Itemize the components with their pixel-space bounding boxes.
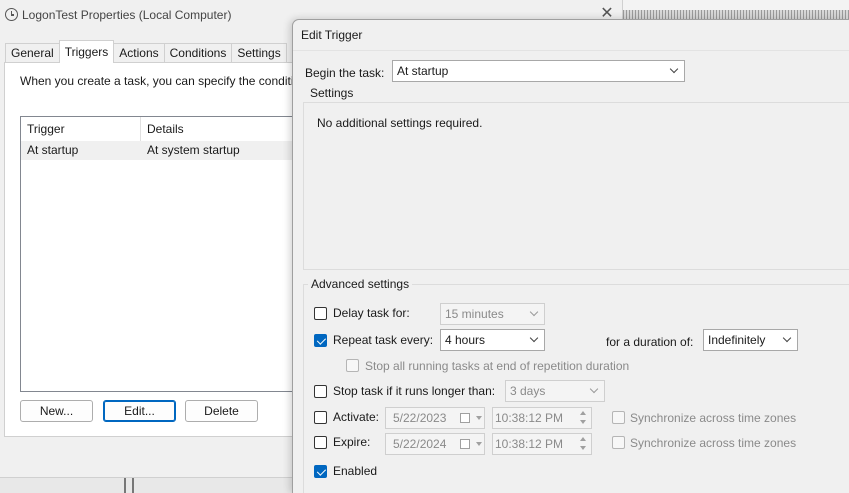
chevron-down-icon [668,65,680,77]
taskbar-divider [124,478,134,493]
spin-down-icon[interactable] [576,418,591,428]
calendar-icon [460,413,470,423]
activate-date-value: 5/22/2023 [393,411,447,425]
expire-sync-checkbox[interactable] [612,436,625,449]
enabled-checkbox[interactable] [314,465,327,478]
delay-value: 15 minutes [445,307,504,321]
expire-sync-label: Synchronize across time zones [630,436,797,450]
stop-running-label: Stop all running tasks at end of repetit… [365,359,630,373]
column-header-trigger[interactable]: Trigger [21,117,141,141]
duration-label: for a duration of: [606,335,694,349]
triggers-description: When you create a task, you can specify … [20,74,294,88]
spin-up-icon[interactable] [576,434,591,444]
new-button[interactable]: New... [20,400,93,422]
chevron-down-icon [528,308,540,320]
tab-strip: General Triggers Actions Conditions Sett… [5,40,287,63]
stop-running-checkbox[interactable] [346,359,359,372]
activate-checkbox[interactable] [314,411,327,424]
repeat-label: Repeat task every: [333,333,434,347]
expire-date-value: 5/22/2024 [393,437,447,451]
edit-button[interactable]: Edit... [103,400,176,422]
clock-icon [5,8,18,21]
tab-triggers[interactable]: Triggers [58,40,115,63]
enabled-label: Enabled [333,464,378,478]
activate-label: Activate: [333,410,380,424]
repeat-value: 4 hours [445,333,486,347]
settings-group-label: Settings [307,86,357,100]
activate-time-spinner[interactable]: 10:38:12 PM [492,407,592,429]
activate-sync-label: Synchronize across time zones [630,411,797,425]
stop-longer-label: Stop task if it runs longer than: [333,384,496,398]
expire-date-picker[interactable]: 5/22/2024 [385,433,485,455]
triggers-list[interactable]: Trigger Details At startup At system sta… [20,116,320,392]
delete-button[interactable]: Delete [185,400,258,422]
calendar-icon [460,439,470,449]
advanced-settings-label: Advanced settings [308,277,413,291]
expire-time-spinner[interactable]: 10:38:12 PM [492,433,592,455]
chevron-down-icon [476,442,482,446]
tab-settings[interactable]: Settings [231,43,287,63]
delay-select[interactable]: 15 minutes [440,303,545,325]
delay-checkbox[interactable] [314,307,327,320]
chevron-down-icon [476,416,482,420]
begin-task-label: Begin the task: [305,66,385,80]
activate-sync-checkbox[interactable] [612,411,625,424]
table-row[interactable]: At startup At system startup [21,141,319,160]
tab-general[interactable]: General [5,43,60,63]
begin-task-select[interactable]: At startup [392,60,685,82]
delay-label: Delay task for: [333,306,410,320]
tab-actions[interactable]: Actions [113,43,165,63]
tab-conditions[interactable]: Conditions [163,43,233,63]
chevron-down-icon [588,385,600,397]
spin-down-icon[interactable] [576,444,591,454]
chevron-down-icon [781,334,793,346]
duration-value: Indefinitely [708,333,766,347]
expire-label: Expire: [333,435,371,449]
stop-longer-select[interactable]: 3 days [505,380,605,402]
expire-checkbox[interactable] [314,436,327,449]
cell-trigger: At startup [27,143,79,157]
repeat-select[interactable]: 4 hours [440,329,545,351]
repeat-checkbox[interactable] [314,334,327,347]
spin-up-icon[interactable] [576,408,591,418]
expire-time-value: 10:38:12 PM [495,437,564,451]
titlebar-divider [293,50,849,51]
activate-date-picker[interactable]: 5/22/2023 [385,407,485,429]
edit-trigger-dialog: Edit Trigger Begin the task: At startup … [292,19,849,493]
cell-details: At system startup [147,143,240,157]
window-title: LogonTest Properties (Local Computer) [22,8,232,22]
activate-time-value: 10:38:12 PM [495,411,564,425]
chevron-down-icon [528,334,540,346]
stop-longer-checkbox[interactable] [314,385,327,398]
settings-message: No additional settings required. [317,116,483,130]
dialog-title: Edit Trigger [301,28,363,42]
duration-select[interactable]: Indefinitely [703,329,798,351]
stop-longer-value: 3 days [510,384,546,398]
begin-task-value: At startup [397,64,449,78]
